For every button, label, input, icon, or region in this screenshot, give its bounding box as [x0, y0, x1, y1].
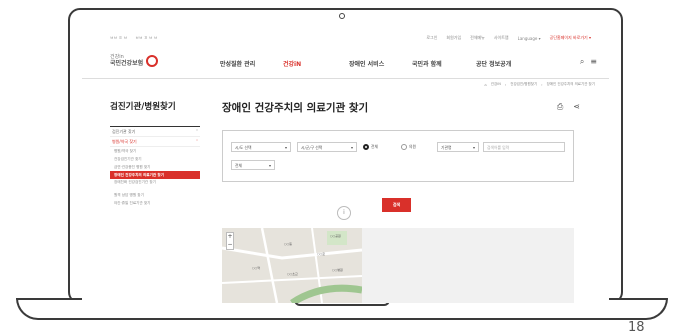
search-button[interactable]: 검색: [382, 198, 411, 212]
map-label: ○○공원: [330, 234, 341, 238]
browser-screen: ㅂㅂ ㅍ ㅂ ㅂㅂ ㅍ ㅂ ㅂ 로그인 회원가입 전체메뉴 사이트맵 Langu…: [82, 26, 609, 303]
sigungu-select[interactable]: 시/군/구 선택 ▾: [297, 142, 357, 152]
logo-text: 건강in 국민건강보험: [110, 54, 144, 67]
field-select[interactable]: 기관명 ▾: [437, 142, 479, 152]
radio-all[interactable]: 전체: [363, 144, 378, 150]
share-icon[interactable]: ⋖: [573, 102, 580, 112]
menu-item-3[interactable]: 국민과 함께: [412, 59, 476, 68]
logo-mark-icon: [146, 55, 159, 68]
chevron-down-icon: ▾: [350, 145, 353, 150]
radio-dot-icon: [401, 144, 407, 150]
side-nav-sub-0[interactable]: 병원/약국 찾기: [110, 147, 200, 155]
gnb-divider: [82, 78, 609, 79]
type-select[interactable]: 전체 ▾: [231, 160, 275, 170]
map-label: ○○역: [252, 266, 260, 270]
site-logo[interactable]: 건강in 국민건강보험: [110, 54, 159, 68]
sido-select[interactable]: 시/도 선택 ▾: [231, 142, 291, 152]
breadcrumb: ⌂ 건강iN › 건강검진/병원찾기 › 장애인 건강주치의 의료기관 찾기: [484, 82, 595, 87]
map-roads: [222, 228, 362, 303]
side-nav-sub-4[interactable]: 장애친화 건강검진기관 찾기: [110, 179, 200, 191]
chevron-up-icon: ˄: [196, 139, 198, 144]
page-number: 18: [628, 320, 645, 335]
map-zoom-control: + −: [226, 232, 234, 250]
home-icon[interactable]: ⌂: [485, 83, 487, 87]
chevron-down-icon: ˅: [196, 129, 198, 134]
radio-clinic[interactable]: 의원: [401, 144, 416, 150]
zoom-out-button[interactable]: −: [227, 241, 233, 249]
corporate-site-link[interactable]: 공단홈페이지 바로가기 ▾: [550, 35, 591, 41]
print-icon[interactable]: ⎙: [557, 102, 563, 112]
menu-item-2[interactable]: 장애인 서비스: [349, 59, 412, 68]
breadcrumb-item-2[interactable]: 건강검진/병원찾기: [510, 82, 537, 87]
search-icon[interactable]: ⌕: [580, 57, 584, 67]
global-nav: 건강in 국민건강보험 만성질환 관리 건강iN 장애인 서비스 국민과 함께 …: [82, 48, 609, 78]
side-nav-item-1[interactable]: 병원/약국 찾기 ˄: [110, 137, 200, 147]
map-view[interactable]: + − ○○동 ○○로 ○○역 ○○공원 ○○초교 ○○병원: [222, 228, 362, 303]
util-link-all-menu[interactable]: 전체메뉴: [470, 35, 485, 41]
info-icon[interactable]: i: [337, 206, 351, 220]
keyword-input[interactable]: 검색어를 입력: [483, 142, 565, 152]
chevron-down-icon: ▾: [472, 145, 475, 150]
logo-name: 국민건강보험: [110, 59, 144, 67]
menu-item-4[interactable]: 공단 정보공개: [476, 59, 526, 68]
main-content: 장애인 건강주치의 의료기관 찾기 ⎙ ⋖ 시/도 선택 ▾ 시/군/구 선택 ▾ …: [222, 100, 596, 303]
breadcrumb-item-1[interactable]: 건강iN: [491, 82, 501, 87]
chevron-down-icon: ▾: [284, 145, 287, 150]
side-nav-sub-1[interactable]: 건강검진기관 찾기: [110, 155, 200, 163]
util-left-0[interactable]: ㅂㅂ ㅍ ㅂ: [110, 35, 127, 41]
map-panel: [362, 228, 574, 303]
util-link-sitemap[interactable]: 사이트맵: [494, 35, 509, 41]
search-form: 시/도 선택 ▾ 시/군/구 선택 ▾ 전체 의원 기관명 ▾ 검색어를 입력 전체 ▾: [222, 130, 574, 182]
chevron-down-icon: ▾: [268, 163, 271, 168]
map-label: ○○초교: [287, 272, 298, 276]
side-nav: 검진기관/병원찾기 검진기관 찾기 ˅ 병원/약국 찾기 ˄ 병원/약국 찾기 건강…: [110, 100, 200, 207]
side-nav-title: 검진기관/병원찾기: [110, 100, 200, 127]
util-link-login[interactable]: 로그인: [426, 35, 437, 41]
hamburger-icon[interactable]: ≡: [590, 57, 597, 67]
page-title: 장애인 건강주치의 의료기관 찾기: [222, 102, 369, 114]
menu-item-0[interactable]: 만성질환 관리: [220, 59, 283, 68]
side-nav-item-0[interactable]: 검진기관 찾기 ˅: [110, 127, 200, 137]
side-nav-sub-2[interactable]: 금연·건강증진 병원 찾기: [110, 163, 200, 171]
breadcrumb-item-3: 장애인 건강주치의 의료기관 찾기: [546, 82, 595, 86]
side-nav-sub-6[interactable]: 야간·휴일 진료기관 찾기: [110, 199, 200, 207]
map-label: ○○동: [284, 242, 292, 246]
util-link-join[interactable]: 회원가입: [446, 35, 461, 41]
zoom-in-button[interactable]: +: [227, 233, 233, 241]
main-menu: 만성질환 관리 건강iN 장애인 서비스 국민과 함께 공단 정보공개: [220, 59, 526, 68]
utility-bar: ㅂㅂ ㅍ ㅂ ㅂㅂ ㅍ ㅂ ㅂ 로그인 회원가입 전체메뉴 사이트맵 Langu…: [82, 32, 609, 44]
camera-icon: [339, 13, 345, 19]
side-nav-sub-5[interactable]: 원격 상담 병원 찾기: [110, 191, 200, 199]
menu-item-1[interactable]: 건강iN: [283, 59, 349, 68]
map-label: ○○로: [317, 252, 325, 256]
slide: 18 ㅂㅂ ㅍ ㅂ ㅂㅂ ㅍ ㅂ ㅂ 로그인 회원가입 전체메뉴 사이트맵 La…: [0, 0, 675, 336]
side-nav-sub-active[interactable]: 장애인 건강주치의 의료기관 찾기: [110, 171, 200, 179]
radio-dot-icon: [363, 144, 369, 150]
map-label: ○○병원: [332, 268, 343, 272]
language-select[interactable]: Language ▾: [518, 36, 541, 41]
util-left-1[interactable]: ㅂㅂ ㅍ ㅂ ㅂ: [135, 35, 157, 41]
